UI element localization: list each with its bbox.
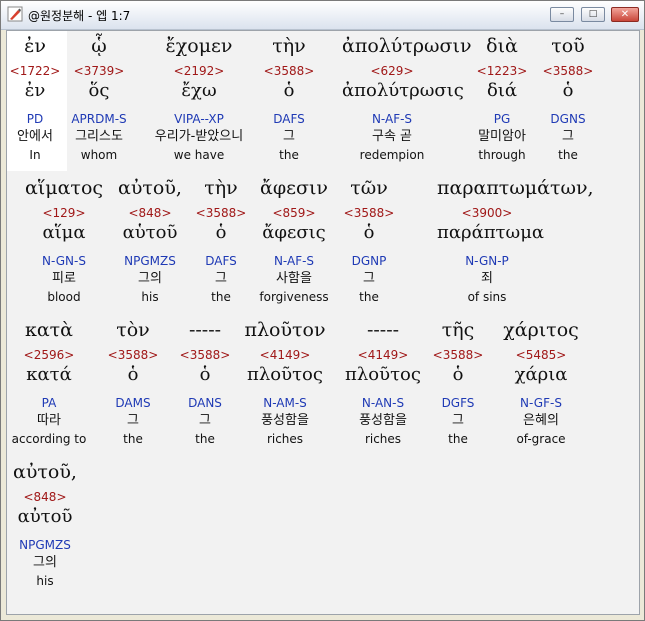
word-parse: DGNP <box>351 254 387 268</box>
title-bar[interactable]: @원정분해 - 엡 1:7 – □ ✕ <box>1 1 644 30</box>
word-parse: NPGMZS <box>19 538 71 552</box>
word-strongs[interactable]: <3588> <box>518 64 618 78</box>
word-greek[interactable]: ᾧ <box>49 35 149 57</box>
close-button[interactable]: ✕ <box>611 7 639 22</box>
word-strongs[interactable]: <2192> <box>149 64 249 78</box>
word-korean: 그 <box>283 129 295 144</box>
word-lemma: ἀπολύτρωσις <box>342 80 464 101</box>
word-greek[interactable]: αἵματος <box>14 177 114 199</box>
word-korean: 풍성함을 <box>261 413 309 428</box>
word-lemma: ὁ <box>562 80 574 101</box>
word-english: the <box>359 290 379 304</box>
word-lemma: ὁ <box>283 80 295 101</box>
word-english: whom <box>80 148 118 162</box>
word-parse: DGNS <box>550 112 586 126</box>
word-parse: VIPA--XP <box>174 112 224 126</box>
word-parse: N-AF-S <box>371 112 413 126</box>
word-strongs[interactable]: <3588> <box>319 206 419 220</box>
maximize-button[interactable]: □ <box>581 7 605 22</box>
word-lemma: χάρια <box>514 364 568 385</box>
word-greek[interactable]: πλοῦτον <box>235 319 335 341</box>
close-icon: ✕ <box>620 9 630 20</box>
window-title: @원정분해 - 엡 1:7 <box>28 9 131 23</box>
word-greek[interactable]: ἀπολύτρωσιν <box>342 35 472 57</box>
word-strongs[interactable]: <629> <box>342 64 442 78</box>
word-lemma: παράπτωμα <box>437 222 545 243</box>
word-strongs[interactable]: <3588> <box>239 64 339 78</box>
pencil-icon <box>7 6 23 22</box>
word-korean: 은혜의 <box>523 413 559 428</box>
word-greek[interactable]: αὐτοῦ, <box>7 461 95 483</box>
word-greek[interactable]: τοῦ <box>518 35 618 57</box>
word-strongs[interactable]: <3900> <box>437 206 537 220</box>
word-english: riches <box>266 432 304 446</box>
word-parse: N-GN-P <box>465 254 509 268</box>
word-lemma: ἔχω <box>181 80 217 101</box>
word-greek[interactable]: ἔχομεν <box>149 35 249 57</box>
word-english: redempion <box>359 148 425 162</box>
word-english: of sins <box>467 290 507 304</box>
word-lemma: πλοῦτος <box>247 364 323 385</box>
word-english: the <box>279 148 299 162</box>
word-lemma: ὁ <box>363 222 375 243</box>
word-strongs[interactable]: <129> <box>14 206 114 220</box>
word-greek[interactable]: χάριτος <box>491 319 591 341</box>
word-lemma: αὐτοῦ <box>17 506 73 527</box>
word-parse: DAFS <box>273 112 305 126</box>
minimize-button[interactable]: – <box>550 7 574 22</box>
word-korean: 그의 <box>33 555 57 570</box>
word-parse: N-GF-S <box>520 396 562 410</box>
word-korean: 우리가-받았으니 <box>154 129 244 144</box>
word-korean: 죄 <box>481 271 493 286</box>
word-greek[interactable]: τῶν <box>319 177 419 199</box>
word-parse: N-AM-S <box>263 396 307 410</box>
word-strongs[interactable]: <3739> <box>49 64 149 78</box>
word-greek[interactable]: παραπτωμάτων, <box>437 177 594 199</box>
word-parse: N-GN-S <box>42 254 86 268</box>
word-english: his <box>36 574 54 588</box>
minimize-icon: – <box>559 9 565 19</box>
word-english: of-grace <box>516 432 566 446</box>
word-english: blood <box>47 290 81 304</box>
word-korean: 그리스도 <box>75 129 123 144</box>
word-korean: 그 <box>562 129 574 144</box>
word-strongs[interactable]: <848> <box>7 490 95 504</box>
word-korean: 구속 곧 <box>371 129 412 144</box>
word-strongs[interactable]: <5485> <box>491 348 591 362</box>
word-lemma: αἵμα <box>42 222 86 243</box>
word-english: the <box>558 148 578 162</box>
word-korean: 그 <box>363 271 375 286</box>
app-window: @원정분해 - 엡 1:7 – □ ✕ ἐν <1722> ἐν PD 안에서 In ᾧ <3… <box>0 0 645 621</box>
maximize-icon: □ <box>588 9 598 19</box>
word-lemma: ὅς <box>88 80 110 101</box>
word-strongs[interactable]: <4149> <box>235 348 335 362</box>
interlinear-panel[interactable]: ἐν <1722> ἐν PD 안에서 In ᾧ <3739> ὅς APRDM-S 그리스도 who… <box>6 30 640 615</box>
word-english: we have <box>173 148 225 162</box>
word-parse: APRDM-S <box>71 112 127 126</box>
word-greek[interactable]: τὴν <box>239 35 339 57</box>
word-korean: 피로 <box>52 271 76 286</box>
